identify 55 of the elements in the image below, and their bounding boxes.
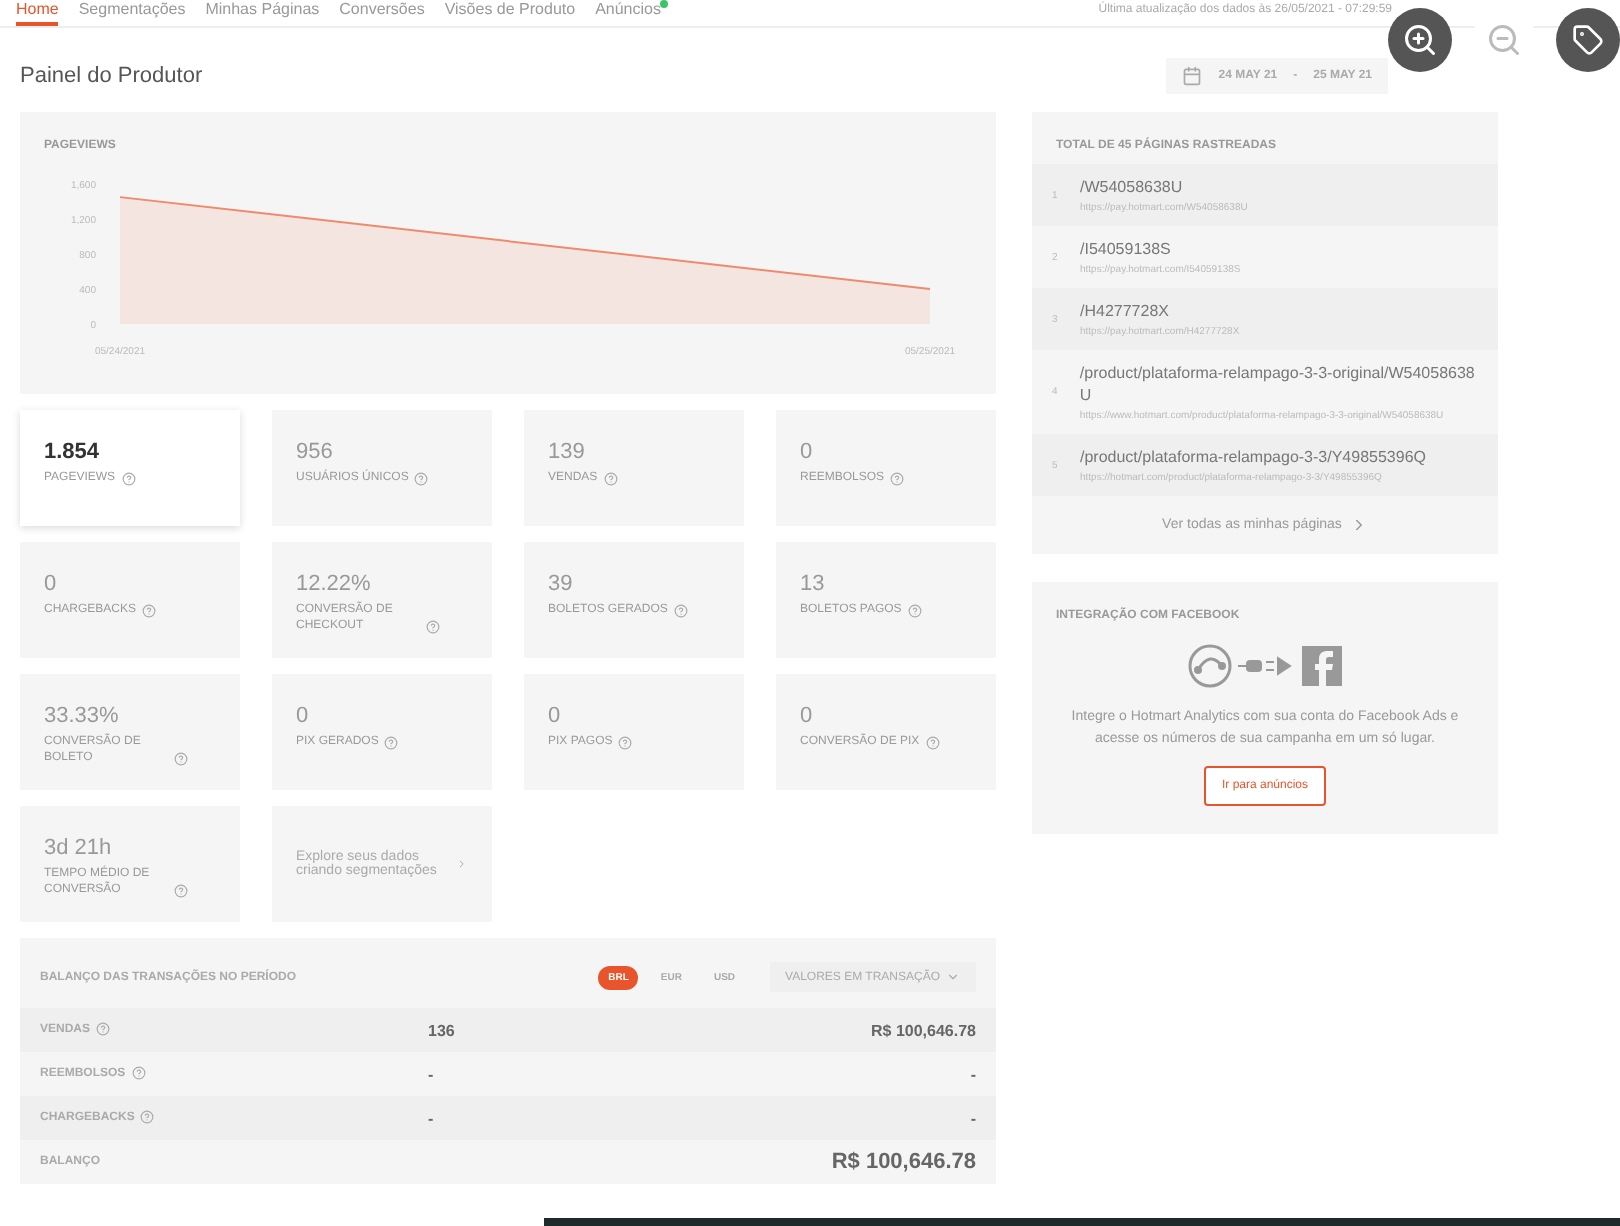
metric-value: 956 (296, 440, 335, 464)
metric-value: 33.33% (44, 704, 121, 728)
nav-tab[interactable]: Home (16, 0, 59, 26)
help-icon[interactable] (384, 736, 399, 750)
nav-tab[interactable]: Segmentações (78, 0, 186, 26)
nav-tab[interactable]: Anúncios (595, 0, 661, 26)
help-icon[interactable] (673, 604, 688, 618)
nav-tab[interactable]: Minhas Páginas (205, 0, 320, 26)
zoom-in-icon (1402, 22, 1438, 58)
tag-icon (1572, 24, 1604, 56)
help-icon[interactable] (174, 884, 188, 898)
row-amount: - (968, 1065, 976, 1083)
metric-value: 0 (548, 704, 563, 728)
nav-tab[interactable]: Visões de Produto (444, 0, 576, 26)
help-icon[interactable] (142, 604, 157, 618)
help-icon[interactable] (603, 472, 618, 486)
help-icon[interactable] (121, 472, 136, 486)
page-path: /H4277728X (1080, 300, 1171, 322)
row-count: - (428, 1065, 436, 1083)
help-icon[interactable] (174, 752, 188, 766)
help-icon[interactable] (618, 736, 633, 750)
help-icon[interactable] (131, 1066, 146, 1081)
row-amount: - (968, 1109, 976, 1127)
page-path: /I54059138S (1080, 238, 1173, 260)
zoom-out-icon (1486, 22, 1522, 58)
help-icon[interactable] (140, 1110, 155, 1125)
metric-value: 139 (548, 440, 587, 464)
help-icon[interactable] (96, 1022, 111, 1037)
metric-value: 0 (44, 572, 59, 596)
metric-value: 0 (296, 704, 311, 728)
help-icon[interactable] (426, 620, 440, 634)
caret-icon (946, 970, 960, 984)
row-count: 136 (428, 1021, 457, 1039)
metric-value: 39 (548, 572, 575, 596)
metric-value: 1.854 (44, 440, 102, 464)
page-path: /W54058638U (1080, 176, 1185, 198)
zoom-in-button[interactable] (1388, 8, 1452, 72)
page-path: /product/plataforma-relampago-3-3-original/W54058638U (1079, 362, 1477, 406)
help-icon[interactable] (890, 472, 905, 486)
tag-button[interactable] (1556, 8, 1620, 72)
metric-value: 13 (800, 572, 827, 596)
row-amount: R$ 100,646.78 (869, 1021, 976, 1039)
calendar-icon (1182, 66, 1203, 86)
row-count: - (428, 1109, 436, 1127)
nav-tab[interactable]: Conversões (339, 0, 425, 26)
page-title: Painel do Produtor (20, 64, 203, 88)
metric-value: 0 (800, 704, 815, 728)
help-icon[interactable] (414, 472, 429, 486)
row-amount: R$ 100,646.78 (829, 1150, 976, 1174)
metric-value: 12.22% (296, 572, 373, 596)
help-icon[interactable] (925, 736, 940, 750)
metric-value: 0 (800, 440, 815, 464)
page-path: /product/plataforma-relampago-3-3/Y49855396Q (1080, 446, 1426, 468)
help-icon[interactable] (907, 604, 922, 618)
metric-value: 3d 21h (44, 836, 114, 860)
